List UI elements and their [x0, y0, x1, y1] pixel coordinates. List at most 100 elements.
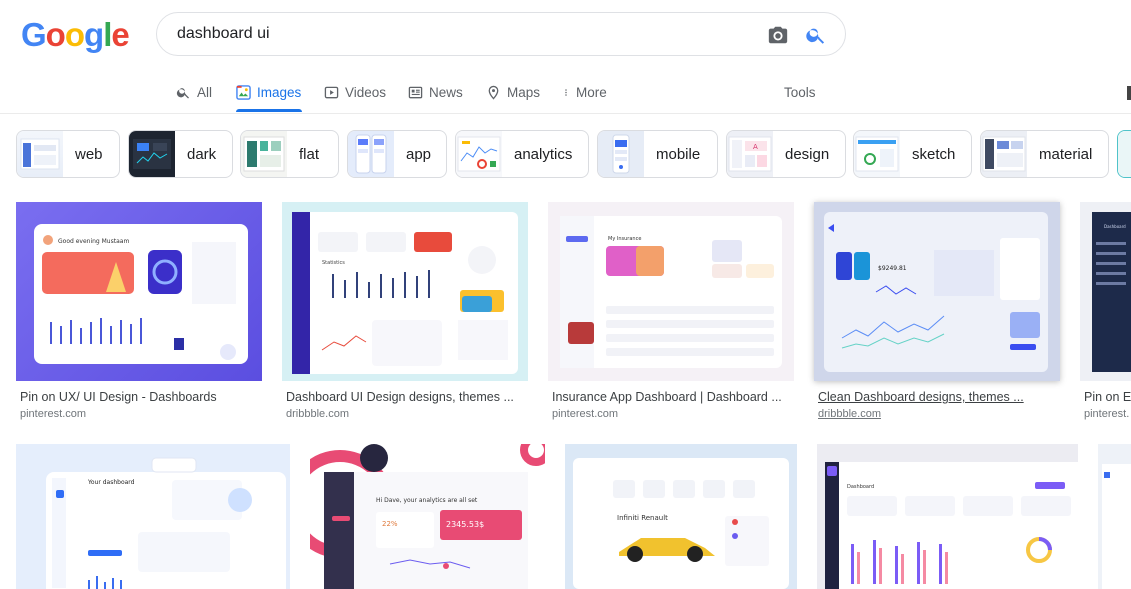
result-thumbnail[interactable]: Hi Dave, your analytics are all set 22% …: [310, 444, 545, 589]
search-icon[interactable]: [805, 24, 827, 46]
result-thumbnail[interactable]: Dashboard: [817, 444, 1078, 589]
chip-thumbnail: [854, 131, 900, 177]
result-card[interactable]: Good evening Mustaam Pin on UX/ UI Desig…: [16, 202, 262, 427]
chip-analytics[interactable]: analytics: [455, 130, 589, 178]
active-tab-indicator: [236, 109, 302, 112]
chip-label: design: [785, 145, 830, 163]
tab-label: Videos: [345, 84, 387, 100]
result-card[interactable]: Dashboard Pin on Er pinterest.: [1080, 202, 1131, 427]
tab-tools[interactable]: Tools: [784, 82, 816, 102]
thumb-text: Your dashboard: [87, 479, 135, 486]
result-source[interactable]: dribbble.com: [818, 408, 881, 420]
result-card[interactable]: Hi Dave, your analytics are all set 22% …: [310, 444, 545, 589]
chip-app[interactable]: app: [347, 130, 447, 178]
chip-thumbnail: [456, 131, 502, 177]
chip-web[interactable]: web: [16, 130, 120, 178]
chip-sketch[interactable]: sketch: [853, 130, 972, 178]
chip-material[interactable]: material: [980, 130, 1109, 178]
tab-videos[interactable]: Videos: [324, 82, 386, 102]
thumb-text: Dashboard: [1104, 224, 1126, 229]
chip-thumbnail: [348, 131, 394, 177]
chip-thumbnail: [598, 131, 644, 177]
result-card[interactable]: $9249.81 Clean Dashboard designs, themes…: [814, 202, 1060, 427]
thumb-text: Statistics: [322, 260, 345, 266]
result-title[interactable]: Pin on UX/ UI Design - Dashboards: [20, 390, 260, 404]
thumb-text: Dashboard: [847, 484, 874, 490]
result-thumbnail[interactable]: $9249.81: [814, 202, 1060, 381]
result-thumbnail[interactable]: Good evening Mustaam: [16, 202, 262, 381]
result-card[interactable]: Dashboard: [817, 444, 1078, 589]
logo-letter: o: [64, 16, 85, 53]
chip-dark[interactable]: dark: [128, 130, 233, 178]
chip-label: material: [1039, 145, 1093, 163]
chip-label: sketch: [912, 145, 956, 163]
thumb-text: My Insurance: [608, 236, 641, 242]
logo-letter: o: [45, 16, 66, 53]
tab-label: Tools: [784, 84, 816, 100]
result-thumbnail[interactable]: Your dashboard: [16, 444, 290, 589]
search-box[interactable]: dashboard ui: [156, 12, 846, 56]
chip-label: mobile: [656, 145, 701, 163]
tab-label: All: [197, 84, 213, 100]
chip-partial[interactable]: [1117, 130, 1131, 178]
chip-flat[interactable]: flat: [240, 130, 339, 178]
result-source[interactable]: dribbble.com: [286, 408, 349, 420]
tab-label: Images: [257, 84, 302, 100]
result-source[interactable]: pinterest.com: [20, 408, 86, 420]
video-icon: [324, 86, 339, 98]
tab-images[interactable]: Images: [236, 82, 301, 102]
search-input[interactable]: dashboard ui: [177, 25, 270, 43]
logo-letter: G: [21, 16, 47, 53]
result-card[interactable]: My Insurance Insurance App Dashboard | D…: [548, 202, 794, 427]
thumb-text: Good evening Mustaam: [58, 238, 129, 245]
tab-news[interactable]: News: [408, 82, 463, 102]
logo-letter: g: [84, 16, 104, 53]
chip-thumbnail: [1118, 131, 1131, 177]
result-thumbnail[interactable]: Infiniti Renault: [565, 444, 797, 589]
chip-thumbnail: [981, 131, 1027, 177]
tab-maps[interactable]: Maps: [486, 82, 540, 102]
thumb-text: Infiniti Renault: [617, 514, 668, 522]
result-card[interactable]: [1098, 444, 1131, 589]
thumb-text: Hi Dave, your analytics are all set: [376, 497, 478, 504]
chip-label: web: [75, 145, 103, 163]
scrollbar[interactable]: [1127, 86, 1131, 100]
tab-label: News: [429, 84, 463, 100]
news-icon: [408, 86, 423, 98]
result-thumbnail[interactable]: Statistics: [282, 202, 528, 381]
search-tabs: All Images Videos News Maps More Tools: [0, 74, 1131, 112]
result-card[interactable]: Infiniti Renault: [565, 444, 797, 589]
result-source[interactable]: pinterest.com: [552, 408, 618, 420]
tab-label: Maps: [507, 84, 541, 100]
tabs-divider: [0, 113, 1131, 114]
result-thumbnail[interactable]: My Insurance: [548, 202, 794, 381]
result-card[interactable]: Your dashboard: [16, 444, 290, 589]
camera-icon[interactable]: [767, 24, 789, 46]
logo-letter: e: [111, 16, 129, 53]
chip-thumbnail: A: [727, 131, 773, 177]
chip-design[interactable]: A design: [726, 130, 846, 178]
result-source[interactable]: pinterest.: [1084, 408, 1129, 420]
map-pin-icon: [488, 85, 499, 100]
result-card[interactable]: Statistics Dashboard UI Design designs, …: [282, 202, 528, 427]
result-thumbnail[interactable]: Dashboard: [1080, 202, 1131, 381]
tab-more[interactable]: More: [562, 82, 607, 102]
result-title[interactable]: Clean Dashboard designs, themes ...: [818, 390, 1058, 404]
chip-mobile[interactable]: mobile: [597, 130, 718, 178]
thumb-text: $9249.81: [878, 265, 907, 272]
result-title[interactable]: Dashboard UI Design designs, themes ...: [286, 390, 526, 404]
thumb-pct: 22%: [382, 520, 398, 528]
result-thumbnail[interactable]: [1098, 444, 1131, 589]
thumb-amount: 2345.53$: [446, 520, 484, 529]
chip-label: analytics: [514, 145, 573, 163]
more-vertical-icon: [565, 88, 567, 96]
chip-label: dark: [187, 145, 217, 163]
tab-all[interactable]: All: [176, 82, 212, 102]
svg-text:A: A: [753, 143, 758, 151]
chip-thumbnail: [129, 131, 175, 177]
chip-thumbnail: [17, 131, 63, 177]
result-title[interactable]: Pin on Er: [1084, 390, 1131, 404]
google-logo[interactable]: Google: [21, 15, 130, 55]
result-title[interactable]: Insurance App Dashboard | Dashboard ...: [552, 390, 792, 404]
chip-label: app: [406, 145, 432, 163]
